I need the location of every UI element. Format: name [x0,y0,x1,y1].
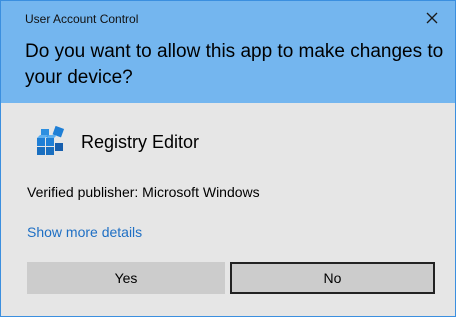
close-button[interactable] [418,4,446,32]
close-icon [426,12,438,24]
no-button[interactable]: No [230,262,435,294]
verified-publisher: Verified publisher: Microsoft Windows [27,184,260,200]
app-info: Registry Editor [31,123,199,161]
registry-editor-icon [37,125,65,155]
show-more-details-link[interactable]: Show more details [27,224,142,240]
yes-button[interactable]: Yes [27,262,225,294]
window-title: User Account Control [25,12,139,26]
uac-dialog: User Account Control Do you want to allo… [0,0,456,317]
dialog-header: User Account Control Do you want to allo… [1,1,455,103]
prompt-question: Do you want to allow this app to make ch… [25,41,444,88]
app-name: Registry Editor [81,131,200,152]
